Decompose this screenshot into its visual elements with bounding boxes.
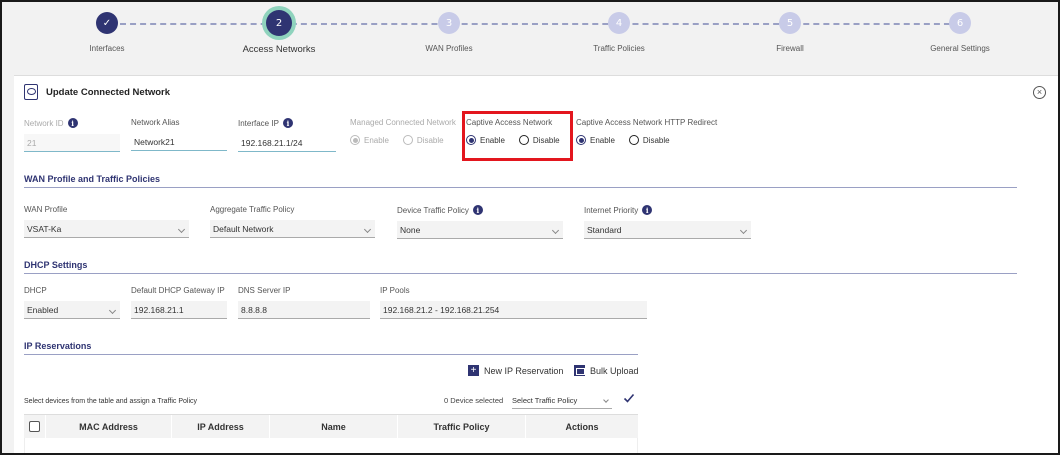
internet-priority-field: Internet Priority i Standard xyxy=(584,205,751,239)
captive-redirect-radios: Enable Disable xyxy=(576,135,736,145)
panel-header: Update Connected Network xyxy=(24,84,170,100)
selected-count: 0 Device selected xyxy=(444,396,504,405)
interface-ip-input[interactable]: 192.168.21.1/24 xyxy=(238,134,336,152)
wan-profile-label: WAN Profile xyxy=(24,205,68,214)
step-label: Interfaces xyxy=(89,44,125,53)
step-number: 4 xyxy=(608,12,630,34)
step-access-networks[interactable]: 2 Access Networks xyxy=(204,10,354,55)
radio-icon xyxy=(402,135,413,145)
step-general-settings[interactable]: 6 General Settings xyxy=(885,12,1035,53)
new-ip-reservation-button[interactable]: + New IP Reservation xyxy=(468,365,563,376)
gateway-ip-input[interactable]: 192.168.21.1 xyxy=(131,301,227,319)
interface-ip-label: Interface IP xyxy=(238,118,279,128)
dns-server-input[interactable]: 8.8.8.8 xyxy=(238,301,370,319)
managed-network-label: Managed Connected Network xyxy=(350,118,456,127)
step-number: 6 xyxy=(949,12,971,34)
panel-title: Update Connected Network xyxy=(46,86,171,98)
ip-pools-field: IP Pools 192.168.21.2 - 192.168.21.254 xyxy=(380,286,647,319)
dhcp-section-title: DHCP Settings xyxy=(24,260,1017,274)
column-traffic-policy[interactable]: Traffic Policy xyxy=(398,415,526,438)
network-alias-label: Network Alias xyxy=(131,118,180,127)
interface-ip-field: Interface IP i 192.168.21.1/24 xyxy=(238,118,336,152)
aggregate-policy-field: Aggregate Traffic Policy Default Network xyxy=(210,205,375,238)
dhcp-select[interactable]: Enabled xyxy=(24,301,120,319)
step-number: 2 xyxy=(266,10,292,36)
step-interfaces[interactable]: ✓ Interfaces xyxy=(32,12,182,53)
step-label: Traffic Policies xyxy=(593,44,645,53)
captive-redirect-field: Captive Access Network HTTP Redirect Ena… xyxy=(576,118,736,145)
network-doc-icon xyxy=(24,84,38,100)
radio-icon xyxy=(350,135,360,145)
step-label: WAN Profiles xyxy=(425,44,473,53)
aggregate-policy-select[interactable]: Default Network xyxy=(210,220,375,238)
redirect-enable-radio[interactable]: Enable xyxy=(576,135,615,145)
managed-network-field: Managed Connected Network Enable Disable xyxy=(350,118,460,145)
dhcp-label: DHCP xyxy=(24,286,47,295)
dns-server-label: DNS Server IP xyxy=(238,286,291,295)
ip-pools-input[interactable]: 192.168.21.2 - 192.168.21.254 xyxy=(380,301,647,319)
network-alias-input[interactable]: Network21 xyxy=(131,133,227,151)
step-label: General Settings xyxy=(930,44,990,53)
info-icon[interactable]: i xyxy=(282,118,293,128)
app-frame: ✓ Interfaces 2 Access Networks 3 WAN Pro… xyxy=(0,0,1060,455)
reservations-table-header: MAC Address IP Address Name Traffic Poli… xyxy=(24,414,638,438)
device-policy-field: Device Traffic Policy i None xyxy=(397,205,563,239)
device-policy-label: Device Traffic Policy xyxy=(397,205,469,215)
column-name[interactable]: Name xyxy=(270,415,398,438)
step-label: Access Networks xyxy=(242,44,316,55)
reservations-table-body xyxy=(24,438,638,453)
wan-section-title: WAN Profile and Traffic Policies xyxy=(24,174,1017,188)
dhcp-field: DHCP Enabled xyxy=(24,286,120,319)
select-all-checkbox[interactable] xyxy=(24,415,46,438)
gateway-ip-field: Default DHCP Gateway IP 192.168.21.1 xyxy=(131,286,227,319)
captive-highlight-box xyxy=(462,111,573,161)
dns-server-field: DNS Server IP 8.8.8.8 xyxy=(238,286,370,319)
managed-enable-radio: Enable xyxy=(350,135,389,145)
upload-icon xyxy=(574,365,585,376)
step-label: Firewall xyxy=(776,44,804,53)
update-network-panel: Update Connected Network × Network ID i … xyxy=(14,75,1058,453)
aggregate-policy-label: Aggregate Traffic Policy xyxy=(210,205,295,214)
radio-icon xyxy=(628,135,639,145)
wan-profile-field: WAN Profile VSAT-Ka xyxy=(24,205,189,238)
check-icon: ✓ xyxy=(96,12,118,34)
internet-priority-label: Internet Priority xyxy=(584,205,639,215)
wan-profile-select[interactable]: VSAT-Ka xyxy=(24,220,189,238)
ip-pools-label: IP Pools xyxy=(380,286,410,295)
redirect-disable-radio[interactable]: Disable xyxy=(628,135,670,145)
assign-instruction: Select devices from the table and assign… xyxy=(24,398,198,405)
network-id-field: Network ID i 21 xyxy=(24,118,120,152)
column-ip-address[interactable]: IP Address xyxy=(172,415,270,438)
column-actions: Actions xyxy=(565,421,599,432)
device-policy-select[interactable]: None xyxy=(397,221,563,239)
step-number: 5 xyxy=(779,12,801,34)
managed-disable-radio: Disable xyxy=(402,135,444,145)
step-wan-profiles[interactable]: 3 WAN Profiles xyxy=(374,12,524,53)
reservations-section-title: IP Reservations xyxy=(24,341,638,355)
step-traffic-policies[interactable]: 4 Traffic Policies xyxy=(544,12,694,53)
step-firewall[interactable]: 5 Firewall xyxy=(715,12,865,53)
radio-icon xyxy=(576,135,586,145)
step-number: 3 xyxy=(438,12,460,34)
wizard-stepper: ✓ Interfaces 2 Access Networks 3 WAN Pro… xyxy=(2,2,1058,72)
column-mac-address[interactable]: MAC Address xyxy=(46,415,172,438)
checkbox-icon xyxy=(29,421,40,432)
close-icon[interactable]: × xyxy=(1033,86,1046,99)
info-icon[interactable]: i xyxy=(67,118,78,128)
plus-icon: + xyxy=(468,365,479,376)
traffic-policy-select[interactable]: Select Traffic Policy xyxy=(512,393,612,409)
info-icon[interactable]: i xyxy=(642,205,653,215)
gateway-ip-label: Default DHCP Gateway IP xyxy=(131,286,225,295)
network-alias-field: Network Alias Network21 xyxy=(131,118,227,151)
managed-network-radios: Enable Disable xyxy=(350,135,460,145)
captive-redirect-label: Captive Access Network HTTP Redirect xyxy=(576,118,718,127)
network-id-label: Network ID xyxy=(24,118,64,128)
check-icon[interactable] xyxy=(623,392,635,404)
bulk-upload-button[interactable]: Bulk Upload xyxy=(574,365,639,376)
internet-priority-select[interactable]: Standard xyxy=(584,221,751,239)
info-icon[interactable]: i xyxy=(472,205,483,215)
network-id-input: 21 xyxy=(24,134,120,152)
